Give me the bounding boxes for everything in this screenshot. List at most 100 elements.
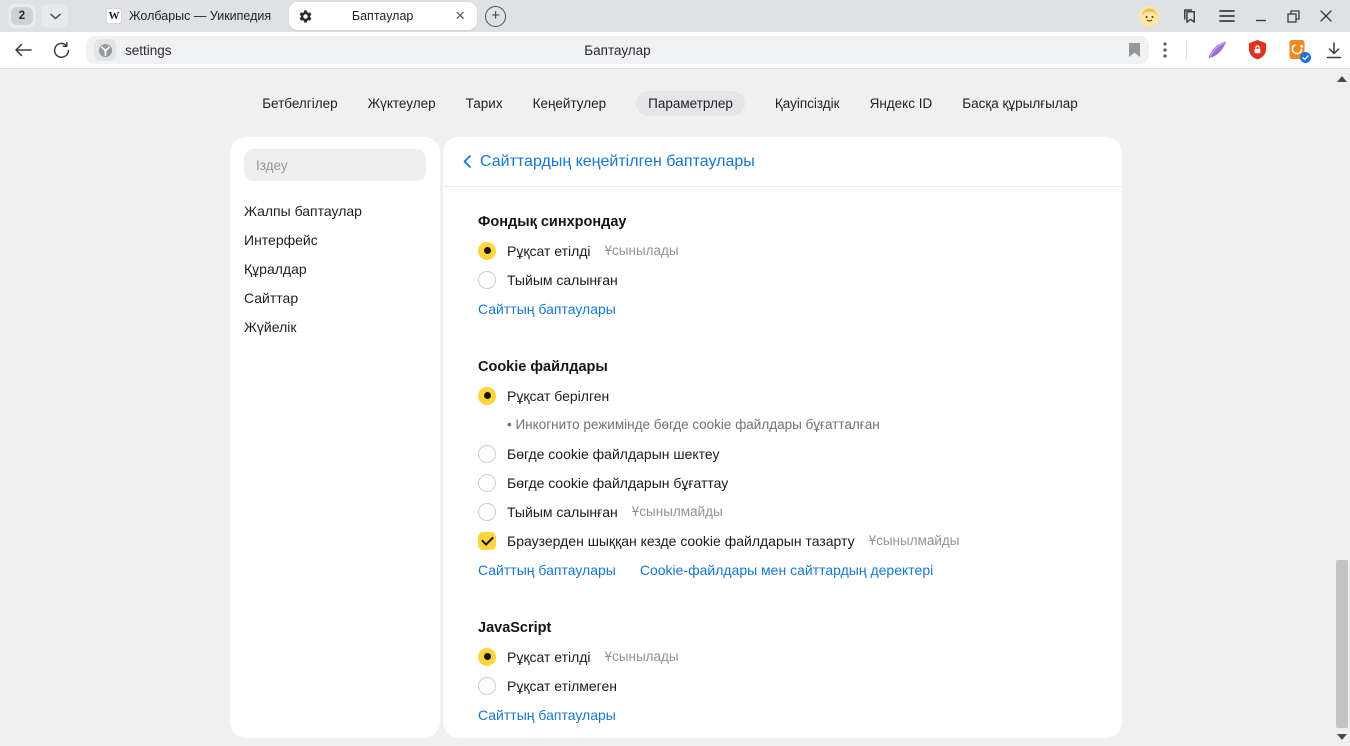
bookmark-button[interactable] — [1128, 42, 1141, 58]
settings-content: Сайттардың кеңейтілген баптаулары Фондық… — [443, 137, 1122, 738]
content-title: Сайттардың кеңейтілген баптаулары — [480, 153, 755, 171]
radio-unselected-icon[interactable] — [478, 474, 496, 492]
toolbar-divider — [1186, 41, 1187, 59]
site-settings-link[interactable]: Сайттың баптаулары — [478, 301, 616, 317]
radio-unselected-icon[interactable] — [478, 271, 496, 289]
site-settings-link[interactable]: Сайттың баптаулары — [478, 707, 616, 723]
radio-option[interactable]: Тыйым салынған — [478, 265, 1102, 294]
tab-counter: 2 — [11, 7, 33, 25]
radio-option[interactable]: Бөгде cookie файлдарын шектеу — [478, 439, 1102, 468]
radio-selected-icon[interactable] — [478, 387, 496, 405]
site-badge[interactable] — [94, 39, 116, 61]
extension-feather-button[interactable] — [1206, 39, 1228, 61]
sidebar-item-system[interactable]: Жүйелік — [244, 312, 426, 341]
sidebar-item-interface[interactable]: Интерфейс — [244, 225, 426, 254]
tabs-dropdown-button[interactable] — [42, 4, 68, 28]
scrollbar-thumb[interactable] — [1336, 560, 1348, 728]
kebab-icon — [1163, 42, 1167, 58]
settings-nav: Бетбелгілер Жүктеулер Тарих Кеңейтулер П… — [0, 91, 1340, 116]
page-title: Баптаулар — [86, 43, 1149, 58]
radio-option[interactable]: Рұқсат етілді Ұсынылады — [478, 236, 1102, 265]
bookmark-icon — [1128, 42, 1141, 58]
option-hint: Ұсынылмайды — [632, 504, 723, 519]
extension-shield-button[interactable] — [1247, 39, 1268, 61]
download-icon — [1326, 42, 1342, 59]
tab-panels-icon — [1180, 7, 1199, 26]
option-label: Браузерден шыққан кезде cookie файлдарын… — [507, 533, 855, 549]
downloads-button[interactable] — [1326, 42, 1342, 59]
browser-window: 2 W Жолбарыс — Уикипедия Баптаулар ✕ + — [0, 0, 1350, 746]
settings-page: Бетбелгілер Жүктеулер Тарих Кеңейтулер П… — [0, 70, 1350, 746]
radio-selected-icon[interactable] — [478, 648, 496, 666]
sidebar-item-sites[interactable]: Сайттар — [244, 283, 426, 312]
avatar[interactable] — [1139, 6, 1160, 27]
menu-button[interactable] — [1219, 10, 1235, 22]
tab-strip: 2 W Жолбарыс — Уикипедия Баптаулар ✕ + — [0, 0, 1350, 32]
option-hint: Ұсынылмайды — [869, 533, 960, 548]
tab-panels-button[interactable] — [1180, 7, 1199, 26]
nav-tab-bookmarks[interactable]: Бетбелгілер — [262, 91, 337, 116]
section-title-background-sync: Фондық синхрондау — [478, 207, 1102, 236]
nav-tab-settings[interactable]: Параметрлер — [636, 91, 745, 116]
reload-icon — [53, 42, 70, 59]
back-arrow-icon — [14, 43, 32, 57]
checkbox-checked-icon[interactable] — [478, 532, 496, 550]
tab-title: Баптаулар — [313, 9, 452, 23]
reload-button[interactable] — [46, 36, 76, 64]
scroll-up-arrow[interactable] — [1337, 76, 1347, 82]
sidebar-search-input[interactable] — [244, 149, 426, 181]
option-label: Бөгде cookie файлдарын шектеу — [507, 446, 720, 462]
radio-option[interactable]: Рұқсат берілген — [478, 381, 1102, 410]
chevron-left-icon — [463, 155, 471, 168]
tab-close-icon[interactable]: ✕ — [452, 8, 468, 24]
site-settings-link[interactable]: Сайттың баптаулары — [478, 562, 616, 578]
back-button[interactable] — [8, 36, 38, 64]
option-note: • Инкогнито режимінде бөгде cookie файлд… — [478, 410, 1102, 439]
tab-counter-button[interactable]: 2 — [8, 4, 36, 28]
option-hint: Ұсынылады — [605, 243, 679, 258]
page-scrollbar[interactable] — [1334, 70, 1349, 746]
radio-unselected-icon[interactable] — [478, 445, 496, 463]
nav-tab-security[interactable]: Қауіпсіздік — [775, 91, 840, 116]
cookies-site-data-link[interactable]: Cookie-файлдары мен сайттардың деректері — [640, 562, 933, 578]
section-title-cookies: Cookie файлдары — [478, 352, 1102, 381]
toolbar: settings Баптаулар — [0, 32, 1350, 69]
nav-tab-extensions[interactable]: Кеңейтулер — [533, 91, 607, 116]
extension-downloader-button[interactable] — [1287, 39, 1307, 61]
extensions-menu-button[interactable] — [1163, 42, 1167, 58]
tab-settings[interactable]: Баптаулар ✕ — [289, 2, 477, 30]
wikipedia-favicon: W — [106, 8, 122, 24]
shield-lock-icon — [1247, 39, 1268, 61]
hamburger-icon — [1219, 10, 1235, 22]
address-bar[interactable]: settings Баптаулар — [86, 36, 1149, 64]
feather-icon — [1206, 39, 1228, 61]
close-window-button[interactable] — [1320, 10, 1332, 22]
sidebar-item-general[interactable]: Жалпы баптаулар — [244, 196, 426, 225]
tab-wikipedia[interactable]: W Жолбарыс — Уикипедия — [96, 0, 281, 32]
radio-unselected-icon[interactable] — [478, 503, 496, 521]
check-badge-icon — [1300, 52, 1311, 63]
minimize-button[interactable] — [1255, 10, 1267, 22]
radio-selected-icon[interactable] — [478, 242, 496, 260]
checkbox-option[interactable]: Браузерден шыққан кезде cookie файлдарын… — [478, 526, 1102, 555]
restore-icon — [1287, 10, 1300, 23]
sidebar-item-tools[interactable]: Құралдар — [244, 254, 426, 283]
radio-option[interactable]: Тыйым салынған Ұсынылмайды — [478, 497, 1102, 526]
radio-option[interactable]: Бөгде cookie файлдарын бұғаттау — [478, 468, 1102, 497]
radio-unselected-icon[interactable] — [478, 677, 496, 695]
nav-tab-other-devices[interactable]: Басқа құрылғылар — [962, 91, 1078, 116]
maximize-button[interactable] — [1287, 10, 1300, 23]
new-tab-button[interactable]: + — [485, 6, 506, 27]
option-label: Рұқсат етілді — [507, 649, 591, 665]
content-header-back[interactable]: Сайттардың кеңейтілген баптаулары — [443, 137, 1122, 187]
scroll-down-arrow[interactable] — [1337, 734, 1347, 740]
option-label: Рұқсат етілмеген — [507, 678, 617, 694]
chevron-down-icon — [50, 13, 61, 20]
url-text: settings — [125, 43, 172, 58]
nav-tab-downloads[interactable]: Жүктеулер — [368, 91, 436, 116]
option-label: Рұқсат берілген — [507, 388, 609, 404]
radio-option[interactable]: Рұқсат етілді Ұсынылады — [478, 642, 1102, 671]
nav-tab-history[interactable]: Тарих — [466, 91, 503, 116]
radio-option[interactable]: Рұқсат етілмеген — [478, 671, 1102, 700]
nav-tab-yandex-id[interactable]: Яндекс ID — [870, 91, 933, 116]
